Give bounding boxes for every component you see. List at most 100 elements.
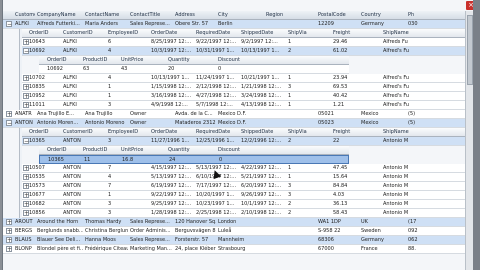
column-header[interactable]: ShipVia xyxy=(288,128,331,136)
column-header[interactable]: Freight xyxy=(333,128,381,136)
customers-header-row[interactable]: CustomerIDCompanyNameContactNameContactT… xyxy=(3,11,465,20)
plus-icon[interactable]: + xyxy=(6,228,12,235)
customer-row-anatr[interactable]: + ANATR Ana Trujillo E... Ana Trujillo Owner… xyxy=(3,110,465,119)
plus-icon[interactable]: + xyxy=(6,237,12,244)
detail-row-selected[interactable]: 10365 11 16.8 24 0 xyxy=(39,155,349,164)
order-row[interactable]: +10952 ALFKI 1 3/16/1998 12:... 4/27/1998 12… xyxy=(21,92,465,101)
grid-cell: France xyxy=(361,246,378,252)
column-header[interactable]: ContactTitle xyxy=(130,11,173,19)
customer-row[interactable]: + AROUT Around the Horn Thomas Hardy Sales R… xyxy=(3,218,465,227)
column-header[interactable]: CustomerID xyxy=(15,11,35,19)
grid-cell: Antonio M xyxy=(383,138,409,144)
grid-cell: 1 xyxy=(108,93,112,99)
column-header[interactable]: EmployeeID xyxy=(108,29,149,37)
order-row[interactable]: +10643 ALFKI 6 8/25/1997 12:... 9/22/1997 12… xyxy=(21,38,465,47)
order-row[interactable]: +10702 ALFKI 4 10/13/1997 1... 11/24/1997 1.… xyxy=(21,74,465,83)
column-header[interactable]: Discount xyxy=(218,146,347,154)
column-header[interactable]: Address xyxy=(175,11,216,19)
customer-row[interactable]: + BLAUS Blauer See Deli... Hanna Moos Sales … xyxy=(3,236,465,245)
column-header[interactable]: ProductID xyxy=(83,146,119,154)
column-header[interactable]: EmployeeID xyxy=(108,128,149,136)
grid-cell: WA1 1DP xyxy=(318,219,341,225)
grid-cell: Antonio M xyxy=(383,183,409,189)
grid-cell: ANTON xyxy=(63,174,81,180)
customer-row[interactable]: + BLONP Blondel père et fi... Frédérique Ci… xyxy=(3,245,465,254)
order-row[interactable]: +10507 ANTON 7 4/15/1997 12:... 5/13/1997 12… xyxy=(21,164,465,173)
column-header[interactable]: UnitPrice xyxy=(121,146,166,154)
column-header[interactable]: OrderID xyxy=(29,29,61,37)
details-header-row[interactable]: OrderID ProductID UnitPrice Quantity Discoun… xyxy=(39,146,349,155)
column-header[interactable]: ShipName xyxy=(383,128,463,136)
column-header[interactable]: Discount xyxy=(218,56,347,64)
details-header-row[interactable]: OrderID ProductID UnitPrice Quantity Discoun… xyxy=(39,56,349,65)
grid-cell: 8/25/1997 12:... xyxy=(151,39,192,45)
customer-row-alfki[interactable]: − ALFKI Alfreds Futterki... Maria Anders Sal… xyxy=(3,20,465,29)
column-header[interactable]: PostalCode xyxy=(318,11,359,19)
grid-cell: Antonio M xyxy=(383,165,409,171)
column-header[interactable]: Region xyxy=(266,11,316,19)
grid-cell: Blondel père et fi... xyxy=(37,246,83,252)
plus-icon[interactable]: + xyxy=(6,246,12,253)
grid-cell: Antonio M xyxy=(383,210,409,216)
column-header[interactable]: ShippedDate xyxy=(241,128,286,136)
grid-cell: (5) xyxy=(408,120,416,126)
order-row[interactable]: +10573 ANTON 7 6/19/1997 12:... 7/17/1997 12… xyxy=(21,182,465,191)
grid-cell: 3 xyxy=(288,84,292,90)
grid-cell: 10/21/1997 1... xyxy=(241,75,280,81)
grid-cell: 12209 xyxy=(318,21,334,27)
column-header[interactable]: ShipName xyxy=(383,29,463,37)
order-row[interactable]: −10365 ANTON 3 11/27/1996 1... 12/25/1996 1.… xyxy=(21,137,465,146)
column-header[interactable]: Freight xyxy=(333,29,381,37)
column-header[interactable]: RequiredDate xyxy=(196,128,239,136)
minus-icon[interactable]: − xyxy=(6,120,12,127)
order-row[interactable]: −10692 ALFKI 4 10/3/1997 12:... 10/31/1997 1… xyxy=(21,47,465,56)
plus-icon[interactable]: + xyxy=(6,219,12,226)
grid-cell: Antonio M xyxy=(383,192,409,198)
column-header[interactable]: CompanyName xyxy=(37,11,83,19)
order-row[interactable]: +10535 ANTON 4 5/13/1997 12:... 6/10/1997 12… xyxy=(21,173,465,182)
grid-cell: 7/17/1997 12:... xyxy=(196,183,237,189)
child-band xyxy=(19,128,22,218)
column-header[interactable]: Ph xyxy=(408,11,463,19)
grid-cell: 11/24/1997 1... xyxy=(196,75,235,81)
grid-cell: 10/3/1997 12:... xyxy=(151,48,192,54)
order-row[interactable]: +10677 ANTON 1 9/22/1997 12:... 10/20/1997 1… xyxy=(21,191,465,200)
column-header[interactable]: OrderID xyxy=(29,128,61,136)
column-header[interactable]: Quantity xyxy=(168,56,216,64)
column-header[interactable]: City xyxy=(218,11,264,19)
minus-icon[interactable]: − xyxy=(6,21,12,28)
plus-icon[interactable]: + xyxy=(6,111,12,118)
customer-row[interactable]: + BERGS Berglunds snabb... Christina Berglu… xyxy=(3,227,465,236)
column-header[interactable]: ProductID xyxy=(83,56,119,64)
column-header[interactable]: Country xyxy=(361,11,406,19)
grid-cell: Frédérique Citeaux xyxy=(85,246,128,252)
grid-cell: 2 xyxy=(288,201,292,207)
column-header[interactable]: ContactName xyxy=(85,11,128,19)
order-row[interactable]: +10835 ALFKI 1 1/15/1998 12:... 2/12/1998 12… xyxy=(21,83,465,92)
grid-cell: 4 xyxy=(108,48,112,54)
detail-row[interactable]: 10692 63 43 20 0 xyxy=(39,65,349,74)
orders-header-row[interactable]: OrderID CustomerID EmployeeID OrderDate Requ… xyxy=(21,29,465,38)
column-header[interactable]: Quantity xyxy=(168,146,216,154)
column-header[interactable]: UnitPrice xyxy=(121,56,166,64)
customer-row-anton[interactable]: − ANTON Antonio Moren... Antonio Moreno Owne… xyxy=(3,119,465,128)
order-row[interactable]: +10682 ANTON 3 9/25/1997 12:... 10/23/1997 1… xyxy=(21,200,465,209)
grid-cell: 3 xyxy=(108,210,112,216)
column-header[interactable]: OrderID xyxy=(47,146,81,154)
orders-header-row[interactable]: OrderID CustomerID EmployeeID OrderDate Requ… xyxy=(21,128,465,137)
grid-cell: 10952 xyxy=(29,93,45,99)
column-header[interactable]: CustomerID xyxy=(63,128,106,136)
column-header[interactable]: OrderID xyxy=(47,56,81,64)
grid-cell: 84.84 xyxy=(333,183,348,189)
grid-cell: 6 xyxy=(108,39,112,45)
column-header[interactable]: OrderDate xyxy=(151,128,194,136)
column-header[interactable]: CustomerID xyxy=(63,29,106,37)
column-header[interactable]: OrderDate xyxy=(151,29,194,37)
column-header[interactable]: ShippedDate xyxy=(241,29,286,37)
column-header[interactable]: ShipVia xyxy=(288,29,331,37)
order-row[interactable]: +10856 ANTON 3 1/28/1998 12:... 2/25/1998 12… xyxy=(21,209,465,218)
grid-cell: ALFKI xyxy=(63,102,77,108)
order-row[interactable]: +11011 ALFKI 3 4/9/1998 12:... 5/7/1998 12:.… xyxy=(21,101,465,110)
column-header[interactable]: RequiredDate xyxy=(196,29,239,37)
grid-cell: Mexico D.F. xyxy=(218,120,247,126)
